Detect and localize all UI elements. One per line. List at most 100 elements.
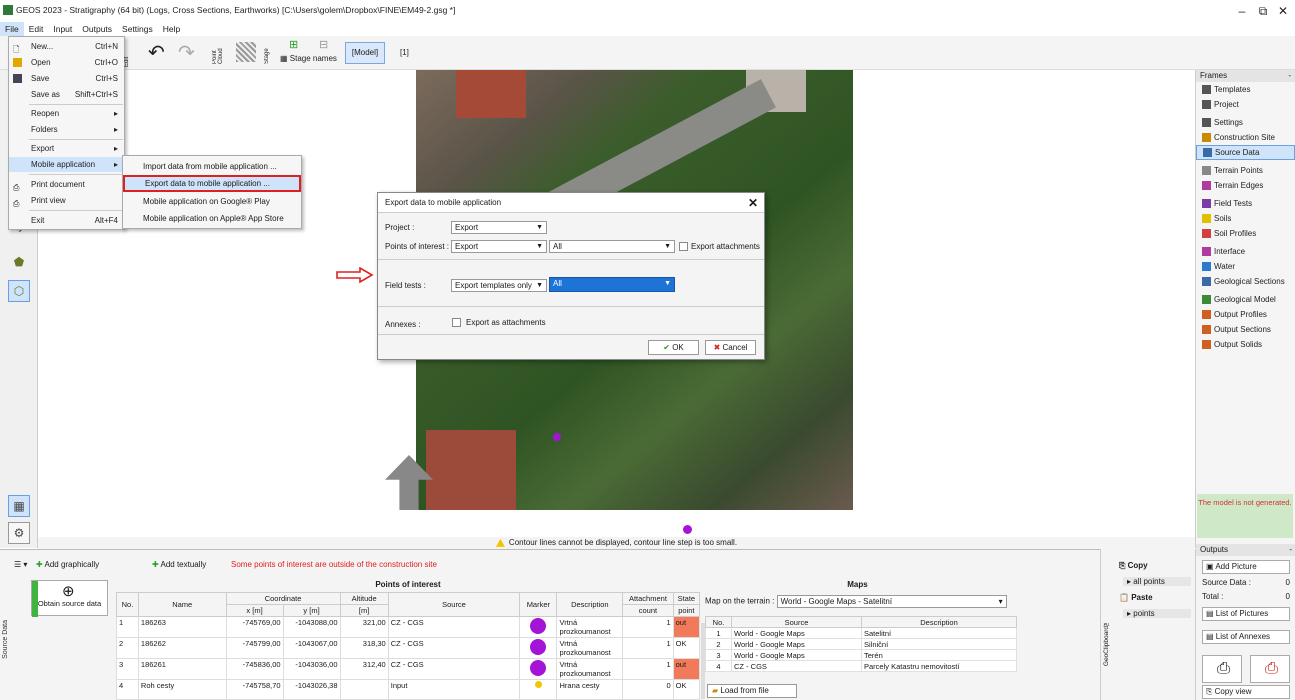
poi-cell-count[interactable]: 1 [622,658,674,680]
model-button[interactable]: [Model] [345,42,385,64]
stage-button[interactable]: Stage [264,42,270,64]
paste-points[interactable]: ▸ points [1123,609,1191,618]
maps-cell-no[interactable]: 4 [705,660,732,672]
menu-help[interactable]: Help [158,22,185,36]
table-row[interactable]: 4 Roh cesty -745758,70 -1043026,38 Input Hran… [116,679,701,700]
menu-item-folders[interactable]: Folders ▸ [9,122,124,137]
poi-cell-altitude[interactable]: 318,30 [339,637,389,659]
frame-soils[interactable]: Soils [1196,211,1295,226]
menu-item-save[interactable]: Save Ctrl+S [9,71,124,86]
maps-col-source[interactable]: Source [731,616,862,628]
menu-settings[interactable]: Settings [117,22,158,36]
poi-cell-name[interactable]: 186261 [137,658,227,680]
poi-cell-count[interactable]: 1 [622,616,674,638]
table-view-icon[interactable]: ▦ [8,495,30,517]
maps-cell-no[interactable]: 1 [705,627,732,639]
poi-cell-y[interactable]: -1043067,00 [282,637,341,659]
menu-item-print-document[interactable]: ⎙ Print document [9,177,124,192]
poi-cell-altitude[interactable]: 312,40 [339,658,389,680]
export-attachments-checkbox[interactable] [679,242,688,251]
poi-cell-no[interactable]: 3 [116,658,139,680]
undo-icon[interactable]: ↶ [148,40,165,65]
point-cloud-button[interactable]: Point Cloud [212,42,224,64]
poi-cell-description[interactable]: Hrana cesty [556,679,624,700]
map-select[interactable]: World - Google Maps - Satelitní ▾ [776,595,1007,608]
poi-cell-marker[interactable] [519,637,558,659]
print-pdf-icon[interactable]: ⎙ [1250,655,1290,683]
col-marker[interactable]: Marker [519,592,558,617]
minimize-button[interactable]: – [1232,4,1252,18]
list-view-icon[interactable]: ☰ ▾ [14,560,27,569]
view-3d-icon[interactable]: ⬟ [8,252,30,274]
restore-button[interactable]: ⧉ [1253,4,1273,19]
frame-output-profiles[interactable]: Output Profiles [1196,307,1295,322]
menu-item-save-as[interactable]: Save as Shift+Ctrl+S [9,87,124,102]
poi-cell-source[interactable]: CZ - CGS [387,658,521,680]
menu-item-print-view[interactable]: ⎙ Print view [9,193,124,208]
poi-cell-marker[interactable] [519,679,558,700]
menu-input[interactable]: Input [48,22,77,36]
poi-cell-marker[interactable] [519,658,558,680]
poi-cell-y[interactable]: -1043036,00 [282,658,341,680]
frame-water[interactable]: Water [1196,259,1295,274]
frame-geological-sections[interactable]: Geological Sections [1196,274,1295,289]
poi-scope-select[interactable]: All ▼ [549,240,675,253]
poi-cell-name[interactable]: 186263 [137,616,227,638]
poi-cell-altitude[interactable] [339,679,389,700]
map-marker[interactable] [553,433,561,441]
frame-source-data[interactable]: Source Data [1196,145,1295,160]
field-tests-select[interactable]: Export templates only ▼ [451,279,547,292]
frame-interface[interactable]: Interface [1196,244,1295,259]
remove-stage-icon[interactable]: ⊟ [319,38,328,51]
col-state[interactable]: State [672,592,701,605]
view-cube-icon[interactable]: ⬡ [8,280,30,302]
poi-cell-no[interactable]: 4 [116,679,139,700]
poi-cell-name[interactable]: 186262 [137,637,227,659]
submenu-google-play[interactable]: Mobile application on Google® Play [123,193,301,210]
list-of-pictures-button[interactable]: ▤ List of Pictures [1202,607,1290,621]
col-description[interactable]: Description [556,592,624,617]
menu-item-exit[interactable]: Exit Alt+F4 [9,213,124,228]
table-row[interactable]: 3 186261 -745836,00 -1043036,00 312,40 CZ - C… [116,658,701,680]
cancel-button[interactable]: ✖ Cancel [705,340,756,355]
point-cloud-icon[interactable] [236,42,256,62]
col-x[interactable]: x [m] [225,604,284,617]
submenu-import-mobile[interactable]: Import data from mobile application ... [123,158,301,175]
maps-cell-description[interactable]: Terén [861,649,1017,661]
maps-cell-description[interactable]: Parcely Katastru nemovitostí [861,660,1017,672]
table-row[interactable]: 1 World - Google Maps Satelitní [705,627,1017,639]
poi-cell-no[interactable]: 1 [116,616,139,638]
stage-index[interactable]: [1] [400,48,409,57]
maps-col-no[interactable]: No. [705,616,732,628]
poi-cell-x[interactable]: -745769,00 [225,616,284,638]
add-picture-button[interactable]: ▣ Add Picture [1202,560,1290,574]
frame-soil-profiles[interactable]: Soil Profiles [1196,226,1295,241]
col-altitude[interactable]: Altitude [339,592,389,605]
maps-cell-description[interactable]: Satelitní [861,627,1017,639]
collapse-icon[interactable]: - [1288,70,1291,82]
maps-cell-source[interactable]: CZ - CGS [731,660,862,672]
close-window-button[interactable]: ✕ [1273,4,1293,18]
poi-select[interactable]: Export ▼ [451,240,547,253]
add-stage-icon[interactable]: ⊞ [289,38,298,51]
frame-geological-model[interactable]: Geological Model [1196,292,1295,307]
poi-cell-marker[interactable] [519,616,558,638]
gear-icon[interactable]: ⚙ [8,522,30,544]
ok-button[interactable]: ✔ OK [648,340,699,355]
frame-settings[interactable]: Settings [1196,115,1295,130]
field-tests-scope-select[interactable]: All ▼ [549,277,675,292]
frame-field-tests[interactable]: Field Tests [1196,196,1295,211]
export-as-attachments-checkbox[interactable] [452,318,461,327]
maps-cell-no[interactable]: 3 [705,649,732,661]
col-attachment[interactable]: Attachment [622,592,674,605]
maps-cell-description[interactable]: Silniční [861,638,1017,650]
menu-outputs[interactable]: Outputs [77,22,117,36]
menu-item-export[interactable]: Export ▸ [9,141,124,156]
add-graphically-button[interactable]: ✚ Add graphically [36,560,99,569]
frame-output-sections[interactable]: Output Sections [1196,322,1295,337]
dialog-close-icon[interactable]: ✕ [748,193,758,213]
print-icon[interactable]: ⎙ [1202,655,1242,683]
project-select[interactable]: Export ▼ [451,221,547,234]
poi-cell-state[interactable]: OK [672,637,701,659]
stage-names-button[interactable]: ▦ Stage names [280,54,337,63]
